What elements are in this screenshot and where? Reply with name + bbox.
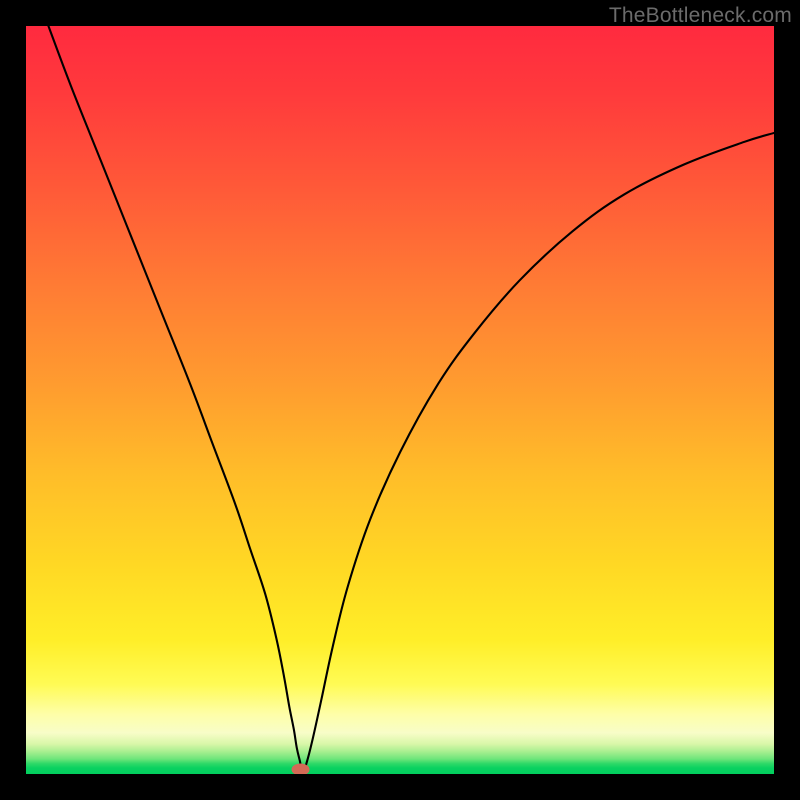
bottleneck-curve	[48, 26, 774, 773]
watermark-text: TheBottleneck.com	[609, 4, 792, 28]
chart-frame: TheBottleneck.com	[0, 0, 800, 800]
curve-layer	[26, 26, 774, 774]
plot-area	[26, 26, 774, 774]
